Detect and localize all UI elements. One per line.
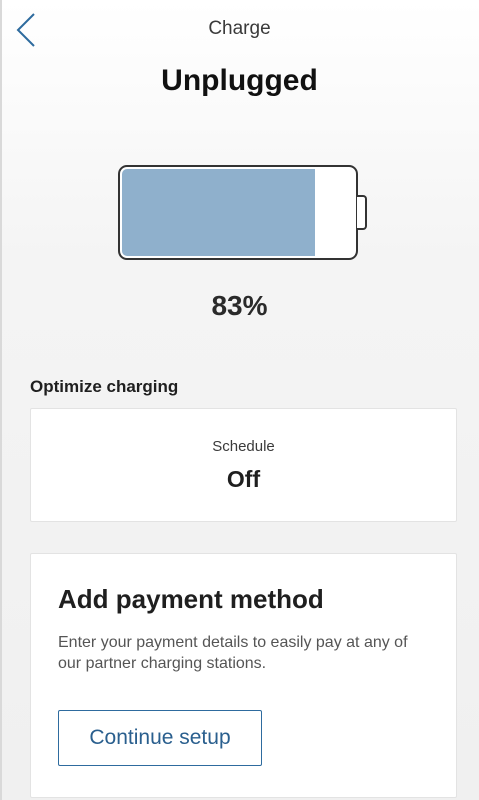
payment-card-title: Add payment method — [58, 584, 324, 614]
charging-status-title: Unplugged — [161, 64, 318, 97]
screen-left-edge — [0, 0, 2, 800]
schedule-value: Off — [226, 466, 261, 492]
battery-level-fill — [122, 169, 315, 256]
schedule-card[interactable]: Schedule Off — [30, 408, 457, 522]
continue-setup-button[interactable]: Continue setup — [58, 710, 262, 766]
payment-method-card: Add payment method Enter your payment de… — [30, 553, 457, 798]
battery-percent-label: 83% — [211, 290, 268, 321]
payment-card-description: Enter your payment details to easily pay… — [58, 634, 408, 672]
battery-indicator — [118, 165, 358, 260]
schedule-label: Schedule — [212, 438, 275, 455]
battery-terminal — [357, 195, 367, 230]
page-title: Charge — [208, 18, 271, 39]
optimize-charging-heading: Optimize charging — [30, 377, 179, 396]
